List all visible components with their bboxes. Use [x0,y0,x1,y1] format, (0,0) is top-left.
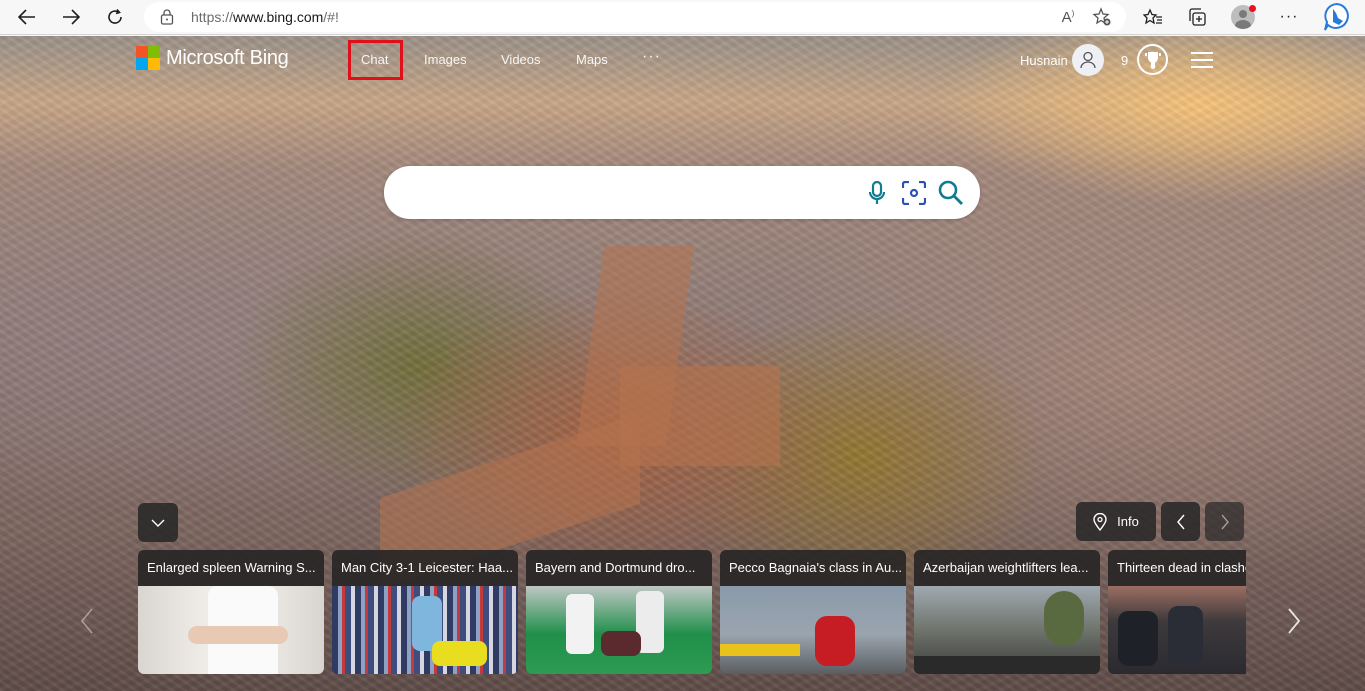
chevron-left-icon [1176,514,1185,529]
lock-icon [160,9,174,30]
user-icon [1080,51,1096,69]
chevron-right-icon [1220,514,1229,529]
news-card[interactable]: Thirteen dead in clashes [1108,550,1246,674]
trophy-icon [1144,51,1161,69]
logo-text: Microsoft Bing [166,46,289,69]
news-thumbnail [914,586,1100,674]
back-icon [18,9,35,25]
url-text: https://www.bing.com/#! [191,9,339,25]
collections-icon [1189,8,1206,26]
collections-button[interactable] [1182,3,1212,31]
bing-homepage: Microsoft Bing Chat Images Videos Maps ·… [0,36,1365,691]
nav-videos[interactable]: Videos [501,52,541,67]
news-thumbnail [720,586,906,674]
news-card[interactable]: Azerbaijan weightlifters lea... [914,550,1100,674]
more-button[interactable]: ··· [1274,3,1304,31]
microsoft-logo-icon [136,46,160,70]
bing-copilot-icon [1324,2,1349,31]
news-card[interactable]: Man City 3-1 Leicester: Haa... [332,550,518,674]
user-name[interactable]: Husnain [1020,53,1068,68]
news-card[interactable]: Enlarged spleen Warning S... [138,550,324,674]
bing-copilot-button[interactable] [1320,2,1354,31]
news-thumbnail [332,586,518,674]
menu-icon-line [1191,52,1213,54]
menu-button[interactable] [1191,52,1213,68]
forward-button[interactable] [56,3,86,31]
microphone-icon[interactable] [863,179,891,207]
rewards-button[interactable] [1137,44,1168,75]
chevron-right-icon [1288,608,1301,634]
image-info-button[interactable]: Info [1076,502,1156,541]
back-button[interactable] [12,3,42,31]
chevron-left-icon [80,608,93,634]
favorites-icon [1143,8,1162,25]
news-card[interactable]: Bayern and Dortmund dro... [526,550,712,674]
user-avatar[interactable] [1072,44,1104,76]
search-icon[interactable] [937,179,965,207]
search-input[interactable] [406,178,856,206]
search-box[interactable] [384,166,980,219]
chevron-down-icon [151,519,165,527]
news-title: Azerbaijan weightlifters lea... [923,560,1089,575]
address-bar[interactable]: https://www.bing.com/#! A) [144,2,1126,32]
previous-image-button[interactable] [1161,502,1200,541]
background-fort-tower [620,366,780,466]
location-pin-icon [1093,512,1107,531]
bing-logo[interactable]: Microsoft Bing [136,46,289,70]
notification-dot [1249,5,1256,12]
carousel-next-button[interactable] [1287,608,1301,639]
news-card-clipped: Thirteen dead in clashes [1100,550,1246,674]
news-thumbnail [526,586,712,674]
rewards-points[interactable]: 9 [1121,53,1128,68]
refresh-icon [108,8,122,24]
read-aloud-icon[interactable]: A) [1056,6,1080,28]
news-title: Thirteen dead in clashes [1117,560,1246,575]
profile-button[interactable] [1228,3,1258,31]
news-thumbnail [138,586,324,674]
carousel-previous-button[interactable] [80,608,94,639]
news-title: Enlarged spleen Warning S... [147,560,316,575]
collapse-feed-button[interactable] [138,503,178,542]
more-icon: ··· [1279,8,1299,25]
nav-chat[interactable]: Chat [361,52,388,67]
refresh-button[interactable] [100,3,130,31]
forward-icon [63,9,80,25]
nav-maps[interactable]: Maps [576,52,608,67]
add-favorite-icon[interactable] [1090,6,1114,28]
news-card[interactable]: Pecco Bagnaia's class in Au... [720,550,906,674]
news-thumbnail [1108,586,1246,674]
next-image-button[interactable] [1205,502,1244,541]
favorites-button[interactable] [1138,3,1168,31]
visual-search-icon[interactable] [900,179,928,207]
news-title: Man City 3-1 Leicester: Haa... [341,560,513,575]
news-title: Pecco Bagnaia's class in Au... [729,560,903,575]
info-label: Info [1117,514,1139,529]
browser-toolbar: https://www.bing.com/#! A) ··· [0,0,1365,35]
nav-images[interactable]: Images [424,52,467,67]
nav-more[interactable]: ··· [642,48,661,66]
news-title: Bayern and Dortmund dro... [535,560,696,575]
